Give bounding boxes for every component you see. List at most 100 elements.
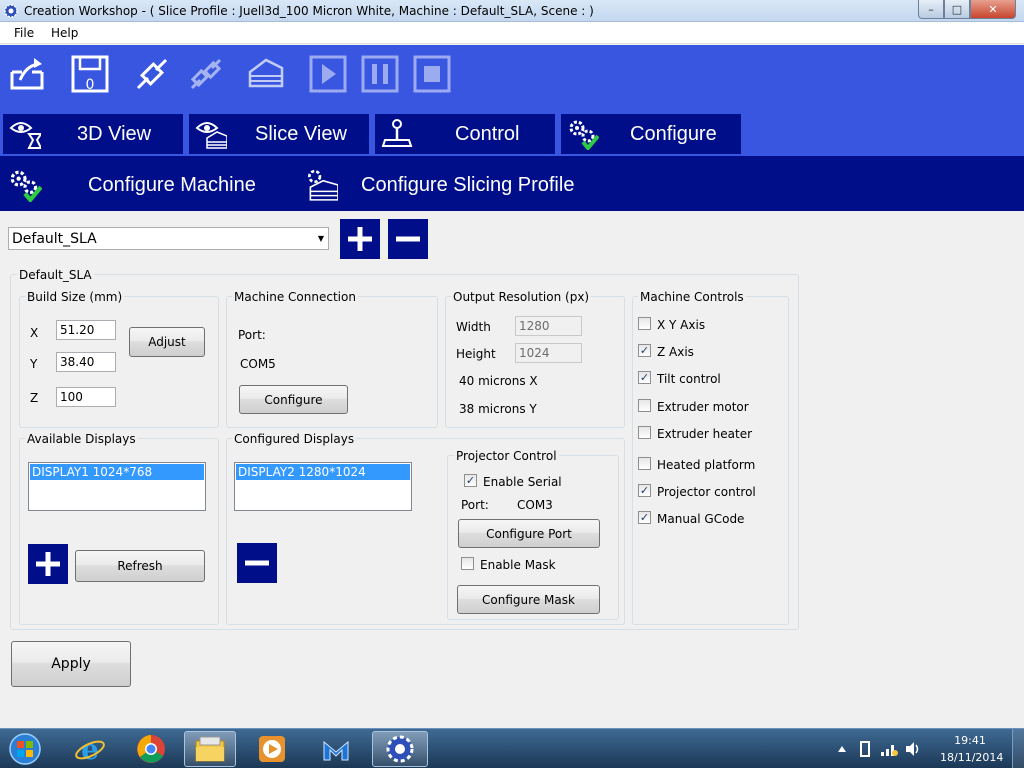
microns-y-label: 38 microns Y <box>459 402 537 416</box>
available-displays-title: Available Displays <box>25 432 138 446</box>
machine-control-label: Manual GCode <box>657 512 745 526</box>
list-item[interactable]: DISPLAY1 1024*768 <box>30 464 204 480</box>
maximize-button[interactable]: □ <box>944 0 970 19</box>
machine-control-label: Extruder motor <box>657 400 749 414</box>
menu-help[interactable]: Help <box>51 26 78 40</box>
build-y-field[interactable]: 38.40 <box>56 352 116 372</box>
file-explorer-icon[interactable] <box>184 731 236 767</box>
play-icon[interactable] <box>308 54 348 94</box>
machine-control-checkbox[interactable] <box>638 399 651 412</box>
minimize-button[interactable]: – <box>918 0 944 19</box>
x-label: X <box>30 326 39 340</box>
machine-control-checkbox[interactable]: ✓ <box>638 344 651 357</box>
window-title: Creation Workshop - ( Slice Profile : Ju… <box>24 4 594 18</box>
build-x-field[interactable]: 51.20 <box>56 320 116 340</box>
open-icon[interactable] <box>8 54 48 94</box>
creation-workshop-icon[interactable] <box>372 731 428 767</box>
tab-label: Control <box>455 123 520 145</box>
z-label: Z <box>30 391 39 405</box>
machine-control-checkbox[interactable]: ✓ <box>638 511 651 524</box>
resolution-width-field: 1280 <box>515 316 582 336</box>
machine-control-checkbox[interactable]: ✓ <box>638 371 651 384</box>
plus-icon <box>348 227 372 251</box>
gears-check-icon <box>569 120 599 150</box>
adjust-button[interactable]: Adjust <box>129 327 205 357</box>
machine-connection-title: Machine Connection <box>232 290 358 304</box>
clock-time[interactable]: 19:41 <box>940 734 1000 747</box>
slice-icon[interactable] <box>246 54 286 94</box>
enable-mask-checkbox[interactable] <box>461 557 474 570</box>
add-display-button[interactable] <box>28 544 68 584</box>
subtab-configure-machine[interactable]: Configure Machine <box>0 156 290 211</box>
enable-serial-checkbox[interactable]: ✓ <box>464 474 477 487</box>
configured-displays-title: Configured Displays <box>232 432 357 446</box>
microns-x-label: 40 microns X <box>459 374 538 388</box>
stop-icon[interactable] <box>412 54 452 94</box>
apply-button[interactable]: Apply <box>11 641 131 687</box>
eye-slices-icon <box>195 122 227 149</box>
machine-control-label: Z Axis <box>657 345 694 359</box>
remove-machine-button[interactable] <box>388 219 428 259</box>
disconnect-icon[interactable] <box>186 54 226 94</box>
machine-control-checkbox[interactable] <box>638 457 651 470</box>
machine-config-title: Default_SLA <box>17 268 94 282</box>
tab-configure[interactable]: Configure <box>561 114 741 154</box>
close-button[interactable]: ✕ <box>970 0 1016 19</box>
tab-control[interactable]: Control <box>375 114 555 154</box>
tab-3d-view[interactable]: 3D View <box>3 114 183 154</box>
resolution-height-field: 1024 <box>515 343 582 363</box>
show-desktop-button[interactable] <box>1012 729 1024 768</box>
machine-control-checkbox[interactable] <box>638 426 651 439</box>
machine-profile-select[interactable]: Default_SLA ▼ <box>8 227 329 250</box>
subtab-configure-slicing-profile[interactable]: Configure Slicing Profile <box>300 156 600 211</box>
machine-control-label: Projector control <box>657 485 756 499</box>
menu-file[interactable]: File <box>14 26 34 40</box>
configure-port-button[interactable]: Configure Port <box>458 519 600 548</box>
tab-slice-view[interactable]: Slice View <box>189 114 369 154</box>
taskbar: e 19:41 18/11/2014 <box>0 728 1024 768</box>
pause-icon[interactable] <box>360 54 400 94</box>
port-label: Port: <box>238 328 266 342</box>
configure-connection-button[interactable]: Configure <box>239 385 348 414</box>
usb-tray-icon[interactable] <box>858 740 872 758</box>
build-size-group <box>19 296 219 428</box>
svg-text:0: 0 <box>86 77 95 93</box>
refresh-button[interactable]: Refresh <box>75 550 205 582</box>
machine-control-label: Extruder heater <box>657 427 753 441</box>
media-player-icon[interactable] <box>246 731 298 767</box>
network-tray-icon[interactable] <box>880 741 898 757</box>
svg-text:e: e <box>81 733 99 765</box>
eye-icon <box>9 122 41 149</box>
malwarebytes-icon[interactable] <box>310 731 362 767</box>
internet-explorer-icon[interactable]: e <box>64 731 116 767</box>
start-orb-icon[interactable] <box>0 731 50 767</box>
remove-display-button[interactable] <box>237 543 277 583</box>
configure-subtab-bar: Configure Machine Configure Slicing Prof… <box>0 156 1024 211</box>
main-tab-bar: 3D View Slice View Control Configure <box>0 111 1024 156</box>
app-gear-icon <box>4 4 18 18</box>
toolbar: 0 <box>0 45 1024 111</box>
configure-mask-button[interactable]: Configure Mask <box>457 585 600 614</box>
enable-mask-label: Enable Mask <box>480 558 556 572</box>
output-resolution-title: Output Resolution (px) <box>451 290 592 304</box>
clock-date[interactable]: 18/11/2014 <box>940 751 1003 764</box>
plus-icon <box>36 552 60 576</box>
joystick-icon <box>381 119 413 147</box>
gears-check-icon <box>10 170 42 202</box>
menu-bar: File Help <box>0 22 1024 44</box>
save-icon[interactable]: 0 <box>70 54 110 94</box>
machine-control-checkbox[interactable]: ✓ <box>638 484 651 497</box>
chrome-icon[interactable] <box>125 731 177 767</box>
build-z-field[interactable]: 100 <box>56 387 116 407</box>
volume-tray-icon[interactable] <box>904 741 922 757</box>
machine-control-checkbox[interactable] <box>638 317 651 330</box>
title-bar: Creation Workshop - ( Slice Profile : Ju… <box>0 0 1024 22</box>
list-item[interactable]: DISPLAY2 1280*1024 <box>236 464 410 480</box>
add-machine-button[interactable] <box>340 219 380 259</box>
connect-icon[interactable] <box>132 54 172 94</box>
tray-expand-icon[interactable] <box>836 743 848 755</box>
width-label: Width <box>456 320 491 334</box>
tab-label: 3D View <box>77 123 152 145</box>
available-displays-list[interactable]: DISPLAY1 1024*768 <box>28 462 206 511</box>
configured-displays-list[interactable]: DISPLAY2 1280*1024 <box>234 462 412 511</box>
